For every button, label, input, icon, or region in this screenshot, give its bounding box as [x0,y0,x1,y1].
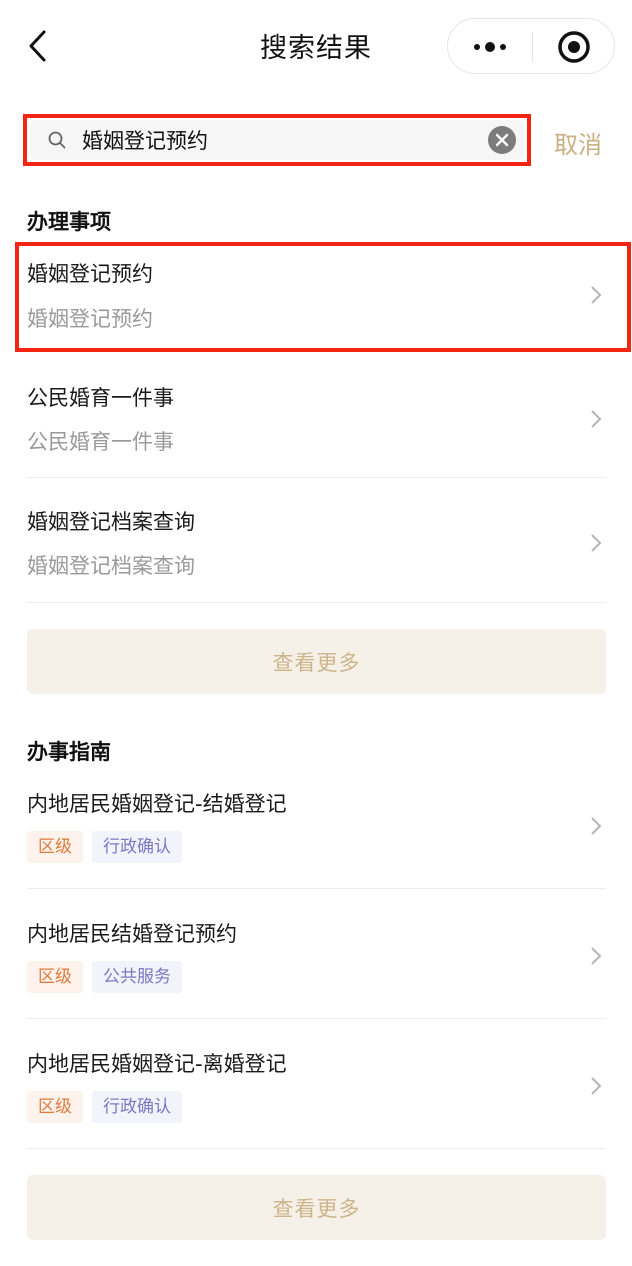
chevron-right-icon [591,534,602,552]
target-icon [558,31,590,63]
item-subtitle: 婚姻登记档案查询 [27,554,195,578]
item-title: 婚姻登记档案查询 [27,510,195,534]
chevron-right-icon [591,1077,602,1095]
view-more-guides-button[interactable]: 查看更多 [27,1175,606,1240]
list-item[interactable]: 婚姻登记档案查询 婚姻登记档案查询 [27,496,606,603]
level-tag: 区级 [27,831,83,863]
mini-program-capsule [447,18,615,74]
divider [27,888,606,889]
item-highlight-box [15,242,631,352]
level-tag: 区级 [27,961,83,993]
level-tag: 区级 [27,1091,83,1123]
cancel-button[interactable]: 取消 [554,125,602,160]
more-dots-icon [474,42,506,52]
item-title: 公民婚育一件事 [27,386,174,410]
list-item[interactable]: 内地居民婚姻登记-结婚登记 区级 行政确认 [27,778,606,889]
view-more-services-button[interactable]: 查看更多 [27,629,606,694]
type-tag: 行政确认 [92,1091,182,1123]
item-title: 内地居民婚姻登记-离婚登记 [27,1052,287,1076]
divider [27,1018,606,1019]
chevron-right-icon [591,817,602,835]
chevron-right-icon [591,947,602,965]
type-tag: 行政确认 [92,831,182,863]
chevron-right-icon [591,410,602,428]
list-item[interactable]: 内地居民婚姻登记-离婚登记 区级 行政确认 [27,1038,606,1149]
list-item[interactable]: 公民婚育一件事 公民婚育一件事 [27,372,606,478]
close-mini-program-button[interactable] [533,19,615,75]
item-title: 内地居民结婚登记预约 [27,922,237,946]
divider [27,602,606,603]
section-title-services: 办理事项 [27,210,111,234]
list-item[interactable]: 内地居民结婚登记预约 区级 公共服务 [27,908,606,1019]
search-highlight-box [23,114,531,166]
divider [27,477,606,478]
type-tag: 公共服务 [92,961,182,993]
item-subtitle: 公民婚育一件事 [27,430,174,454]
item-title: 内地居民婚姻登记-结婚登记 [27,792,287,816]
divider [27,1148,606,1149]
section-title-guides: 办事指南 [27,740,111,764]
more-options-button[interactable] [448,19,532,75]
